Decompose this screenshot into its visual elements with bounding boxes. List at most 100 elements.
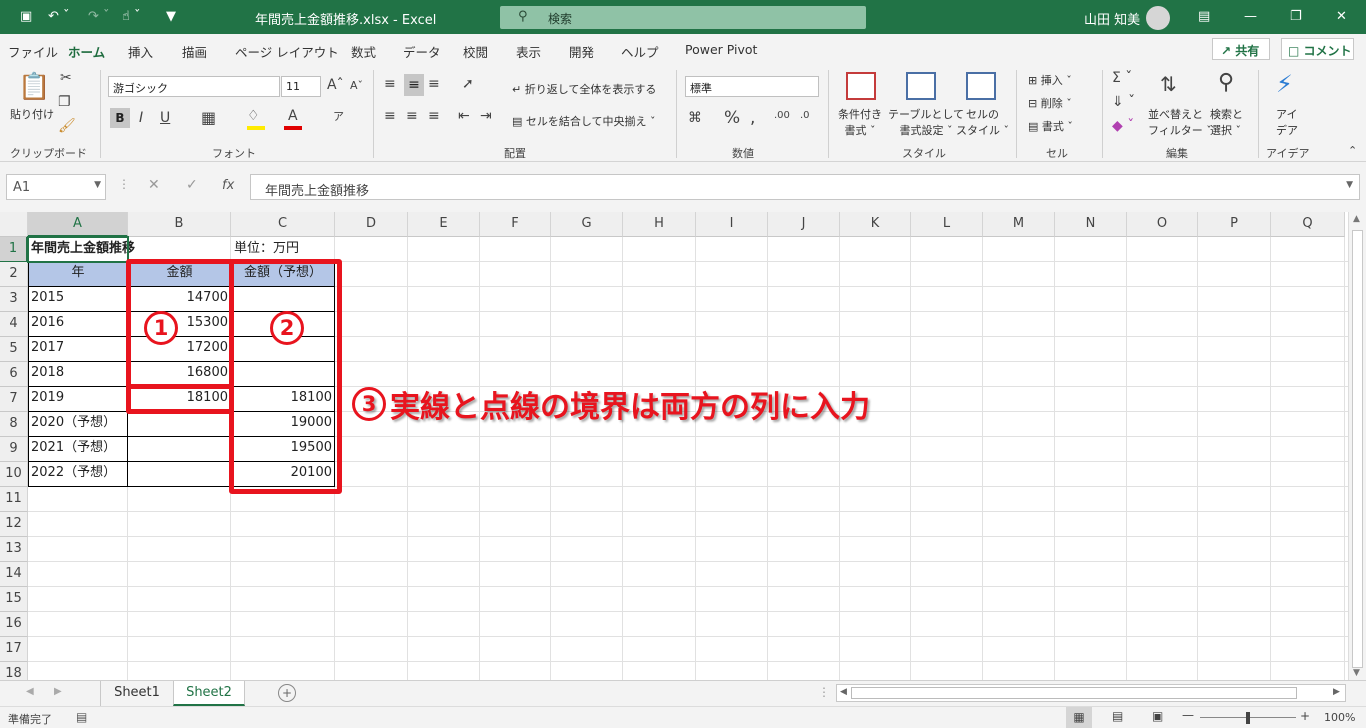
row-header-1[interactable]: 1 (0, 237, 28, 262)
increase-indent-icon[interactable]: ⇥ (480, 108, 492, 124)
minimize-icon[interactable]: — (1244, 9, 1257, 24)
page-break-view-icon[interactable]: ▣ (1152, 709, 1163, 723)
save-icon[interactable]: ▣ (20, 9, 32, 24)
tab-home[interactable]: ホーム (68, 42, 106, 68)
ideas-icon[interactable]: ⚡ (1276, 70, 1293, 98)
row-header-12[interactable]: 12 (0, 512, 28, 537)
percent-icon[interactable]: % (724, 108, 740, 128)
tab-draw[interactable]: 描画 (182, 42, 207, 61)
font-color-icon[interactable]: A (288, 108, 298, 124)
font-size-select[interactable]: 11 (281, 76, 321, 97)
sheet-tab-sheet1[interactable]: Sheet1 (100, 681, 173, 706)
row-header-5[interactable]: 5 (0, 337, 28, 362)
format-as-table-icon[interactable] (906, 72, 936, 100)
scroll-thumb[interactable] (1352, 230, 1363, 668)
ideas-button[interactable]: アイ デア (1276, 106, 1298, 138)
touch-mode-icon[interactable]: ☝ ˇ (122, 9, 141, 24)
cell-A5[interactable]: 2017 (28, 336, 67, 360)
chevron-down-icon[interactable]: ▼ (94, 180, 101, 190)
redo-icon[interactable]: ↷ ˇ (88, 9, 110, 24)
row-header-11[interactable]: 11 (0, 487, 28, 512)
merge-center-button[interactable]: ▤ セルを結合して中央揃え ˇ (512, 113, 656, 129)
row-header-10[interactable]: 10 (0, 462, 28, 487)
row-header-14[interactable]: 14 (0, 562, 28, 587)
decrease-indent-icon[interactable]: ⇤ (458, 108, 470, 124)
comment-button[interactable]: □ コメント (1281, 38, 1354, 60)
shrink-font-icon[interactable]: Aˇ (350, 79, 363, 92)
scroll-up-icon[interactable]: ▲ (1353, 214, 1360, 224)
format-cells-button[interactable]: ▤ 書式 ˇ (1028, 118, 1073, 134)
clear-icon[interactable]: ◆ ˇ (1112, 118, 1134, 134)
paste-icon[interactable]: 📋 (18, 72, 50, 102)
column-header-P[interactable]: P (1198, 212, 1271, 237)
column-header-F[interactable]: F (480, 212, 551, 237)
close-icon[interactable]: ✕ (1336, 9, 1347, 24)
zoom-level[interactable]: 100% (1324, 711, 1355, 724)
select-all-button[interactable] (0, 212, 28, 237)
copy-icon[interactable]: ❐ (58, 94, 71, 110)
orientation-icon[interactable]: ➚ (462, 76, 474, 92)
column-header-O[interactable]: O (1127, 212, 1198, 237)
tab-developer[interactable]: 開発 (569, 42, 594, 61)
fill-icon[interactable]: ⇓ ˇ (1112, 94, 1135, 110)
row-header-3[interactable]: 3 (0, 287, 28, 312)
cell-A8[interactable]: 2020（予想） (28, 411, 119, 435)
sort-filter-icon[interactable]: ⇅ (1160, 72, 1177, 96)
enter-icon[interactable]: ✓ (186, 177, 198, 193)
align-center-icon[interactable]: ≡ (406, 108, 418, 124)
align-top-icon[interactable]: ≡ (384, 76, 396, 92)
add-sheet-icon[interactable]: + (278, 684, 296, 702)
paste-label[interactable]: 貼り付け (10, 106, 54, 122)
number-format-select[interactable]: 標準 (685, 76, 819, 97)
cell-A3[interactable]: 2015 (28, 286, 67, 310)
format-as-table-button[interactable]: テーブルとして 書式設定 ˇ (888, 106, 964, 138)
row-header-4[interactable]: 4 (0, 312, 28, 337)
underline-icon[interactable]: U (160, 110, 170, 126)
column-header-M[interactable]: M (983, 212, 1055, 237)
cell-styles-button[interactable]: セルの スタイル ˇ (956, 106, 1009, 138)
zoom-slider-thumb[interactable] (1246, 712, 1250, 724)
insert-cells-button[interactable]: ⊞ 挿入 ˇ (1028, 72, 1072, 88)
find-select-button[interactable]: 検索と 選択 ˇ (1210, 106, 1243, 138)
sheet-tab-sheet2[interactable]: Sheet2 (173, 681, 245, 706)
row-header-18[interactable]: 18 (0, 662, 28, 680)
scroll-right-icon[interactable]: ▶ (1333, 687, 1340, 697)
autosum-icon[interactable]: Σ ˇ (1112, 70, 1132, 86)
cell-A6[interactable]: 2018 (28, 361, 67, 385)
conditional-format-button[interactable]: 条件付き 書式 ˇ (838, 106, 882, 138)
tab-file[interactable]: ファイル (8, 42, 58, 61)
column-header-C[interactable]: C (231, 212, 335, 237)
share-button[interactable]: ↗ 共有 (1212, 38, 1270, 60)
column-header-N[interactable]: N (1055, 212, 1127, 237)
vertical-scrollbar[interactable]: ▲ ▼ (1348, 212, 1366, 680)
tab-formulas[interactable]: 数式 (351, 42, 376, 61)
column-header-L[interactable]: L (911, 212, 983, 237)
customize-qat-icon[interactable]: ▼ (166, 9, 176, 24)
worksheet-grid[interactable]: ABCDEFGHIJKLMNOPQ 1 2 3 4 5 6 7 8 9 10 11 12 13 14 15 1… (0, 212, 1348, 680)
column-header-H[interactable]: H (623, 212, 696, 237)
italic-icon[interactable]: I (139, 110, 143, 126)
align-bottom-icon[interactable]: ≡ (428, 76, 440, 92)
prev-sheet-icon[interactable]: ◀ (26, 686, 34, 697)
collapse-ribbon-icon[interactable]: ⌃ (1348, 144, 1357, 157)
align-right-icon[interactable]: ≡ (428, 108, 440, 124)
row-header-9[interactable]: 9 (0, 437, 28, 462)
wrap-text-button[interactable]: ↵ 折り返して全体を表示する (512, 81, 656, 97)
cell-A7[interactable]: 2019 (28, 386, 67, 410)
name-box[interactable]: A1 ▼ (6, 174, 106, 200)
delete-cells-button[interactable]: ⊟ 削除 ˇ (1028, 95, 1072, 111)
format-painter-icon[interactable]: 🖌 (58, 118, 76, 134)
row-header-13[interactable]: 13 (0, 537, 28, 562)
page-layout-view-icon[interactable]: ▤ (1112, 709, 1123, 723)
comma-icon[interactable]: , (750, 108, 755, 128)
column-header-G[interactable]: G (551, 212, 623, 237)
column-header-K[interactable]: K (840, 212, 911, 237)
align-middle-icon[interactable]: ≡ (404, 74, 424, 96)
horizontal-scrollbar[interactable]: ◀ ▶ (836, 684, 1346, 702)
currency-icon[interactable]: ⌘ (688, 110, 702, 126)
column-header-E[interactable]: E (408, 212, 480, 237)
cancel-icon[interactable]: ✕ (148, 177, 160, 193)
column-header-A[interactable]: A (28, 212, 128, 237)
tab-power-pivot[interactable]: Power Pivot (685, 42, 757, 57)
scroll-left-icon[interactable]: ◀ (840, 687, 847, 697)
